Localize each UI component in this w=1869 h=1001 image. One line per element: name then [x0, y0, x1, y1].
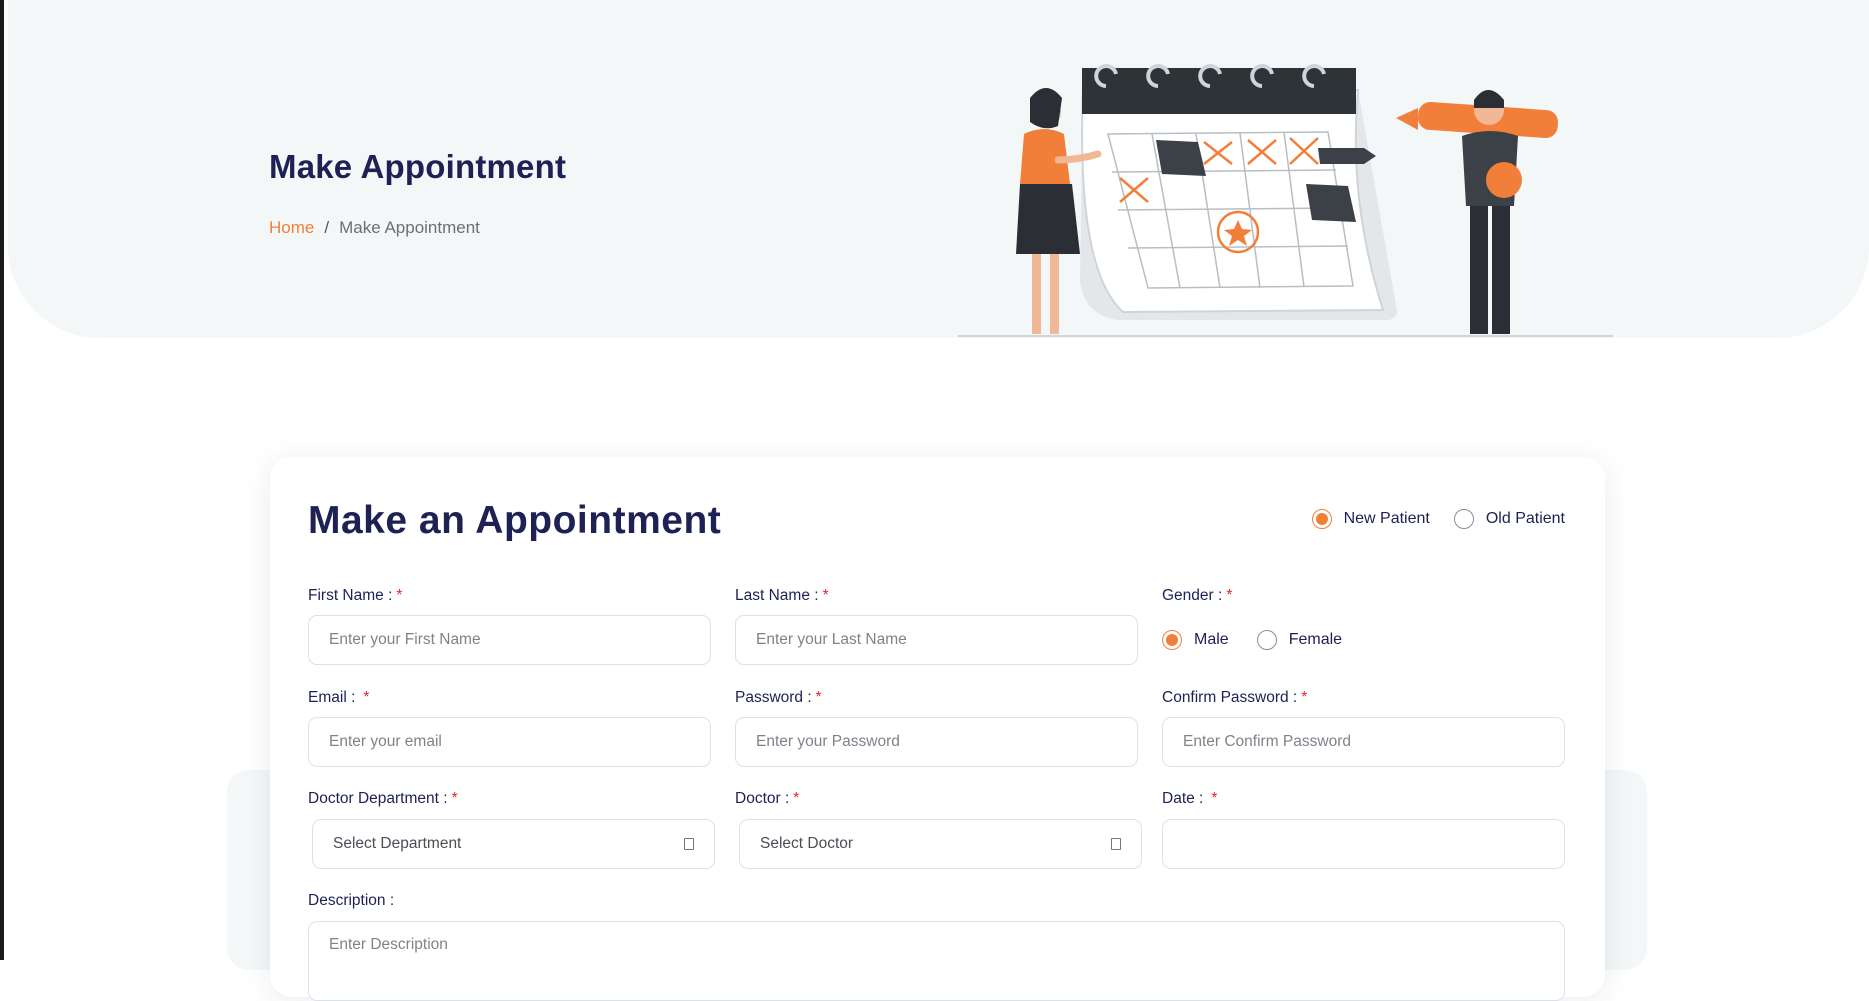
first-name-input[interactable]: [308, 615, 711, 665]
date-label: Date : *: [1162, 790, 1218, 807]
calendar-illustration: [958, 64, 1613, 337]
confirm-password-input[interactable]: [1162, 717, 1565, 767]
male-radio[interactable]: Male: [1162, 630, 1229, 650]
breadcrumb: Home / Make Appointment: [269, 218, 480, 238]
confirm-password-label: Confirm Password : *: [1162, 689, 1308, 706]
female-label: Female: [1288, 631, 1343, 648]
description-textarea[interactable]: [308, 921, 1565, 1001]
new-patient-radio[interactable]: New Patient: [1311, 509, 1430, 529]
breadcrumb-home-link[interactable]: Home: [269, 218, 314, 238]
password-label: Password : *: [735, 689, 822, 706]
date-input[interactable]: [1162, 819, 1565, 869]
chevron-down-icon: [684, 838, 694, 850]
doctor-select[interactable]: Select Doctor: [739, 819, 1142, 869]
old-patient-radio[interactable]: Old Patient: [1453, 509, 1565, 529]
description-label: Description :: [308, 892, 395, 909]
gender-label: Gender : *: [1162, 587, 1233, 604]
page-title: Make Appointment: [269, 148, 567, 185]
first-name-label: First Name : *: [308, 587, 403, 604]
last-name-label: Last Name : *: [735, 587, 829, 604]
male-label: Male: [1194, 631, 1229, 648]
page-header: Make Appointment Home / Make Appointment: [8, 0, 1869, 338]
gender-group: Male Female: [1162, 630, 1342, 650]
appointment-form-card: Make an Appointment New Patient Old Pati…: [270, 457, 1605, 1001]
department-select-value: Select Department: [333, 835, 462, 852]
email-input[interactable]: [308, 717, 711, 767]
doctor-select-value: Select Doctor: [760, 835, 854, 852]
password-input[interactable]: [735, 717, 1138, 767]
form-title: Make an Appointment: [308, 499, 722, 542]
new-patient-label: New Patient: [1343, 510, 1430, 527]
patient-type-group: New Patient Old Patient: [1311, 509, 1565, 529]
breadcrumb-separator: /: [324, 218, 330, 237]
department-label: Doctor Department : *: [308, 790, 458, 807]
last-name-input[interactable]: [735, 615, 1138, 665]
radio-indicator: [1162, 630, 1182, 650]
email-label: Email : *: [308, 689, 370, 706]
radio-indicator: [1256, 630, 1277, 650]
department-select[interactable]: Select Department: [312, 819, 715, 869]
female-radio[interactable]: Female: [1256, 630, 1343, 650]
radio-indicator: [1453, 509, 1474, 529]
chevron-down-icon: [1111, 838, 1121, 850]
breadcrumb-current: Make Appointment: [339, 218, 480, 237]
old-patient-label: Old Patient: [1485, 510, 1565, 527]
doctor-label: Doctor : *: [735, 790, 800, 807]
window-edge: [0, 0, 4, 960]
radio-indicator: [1311, 509, 1332, 529]
